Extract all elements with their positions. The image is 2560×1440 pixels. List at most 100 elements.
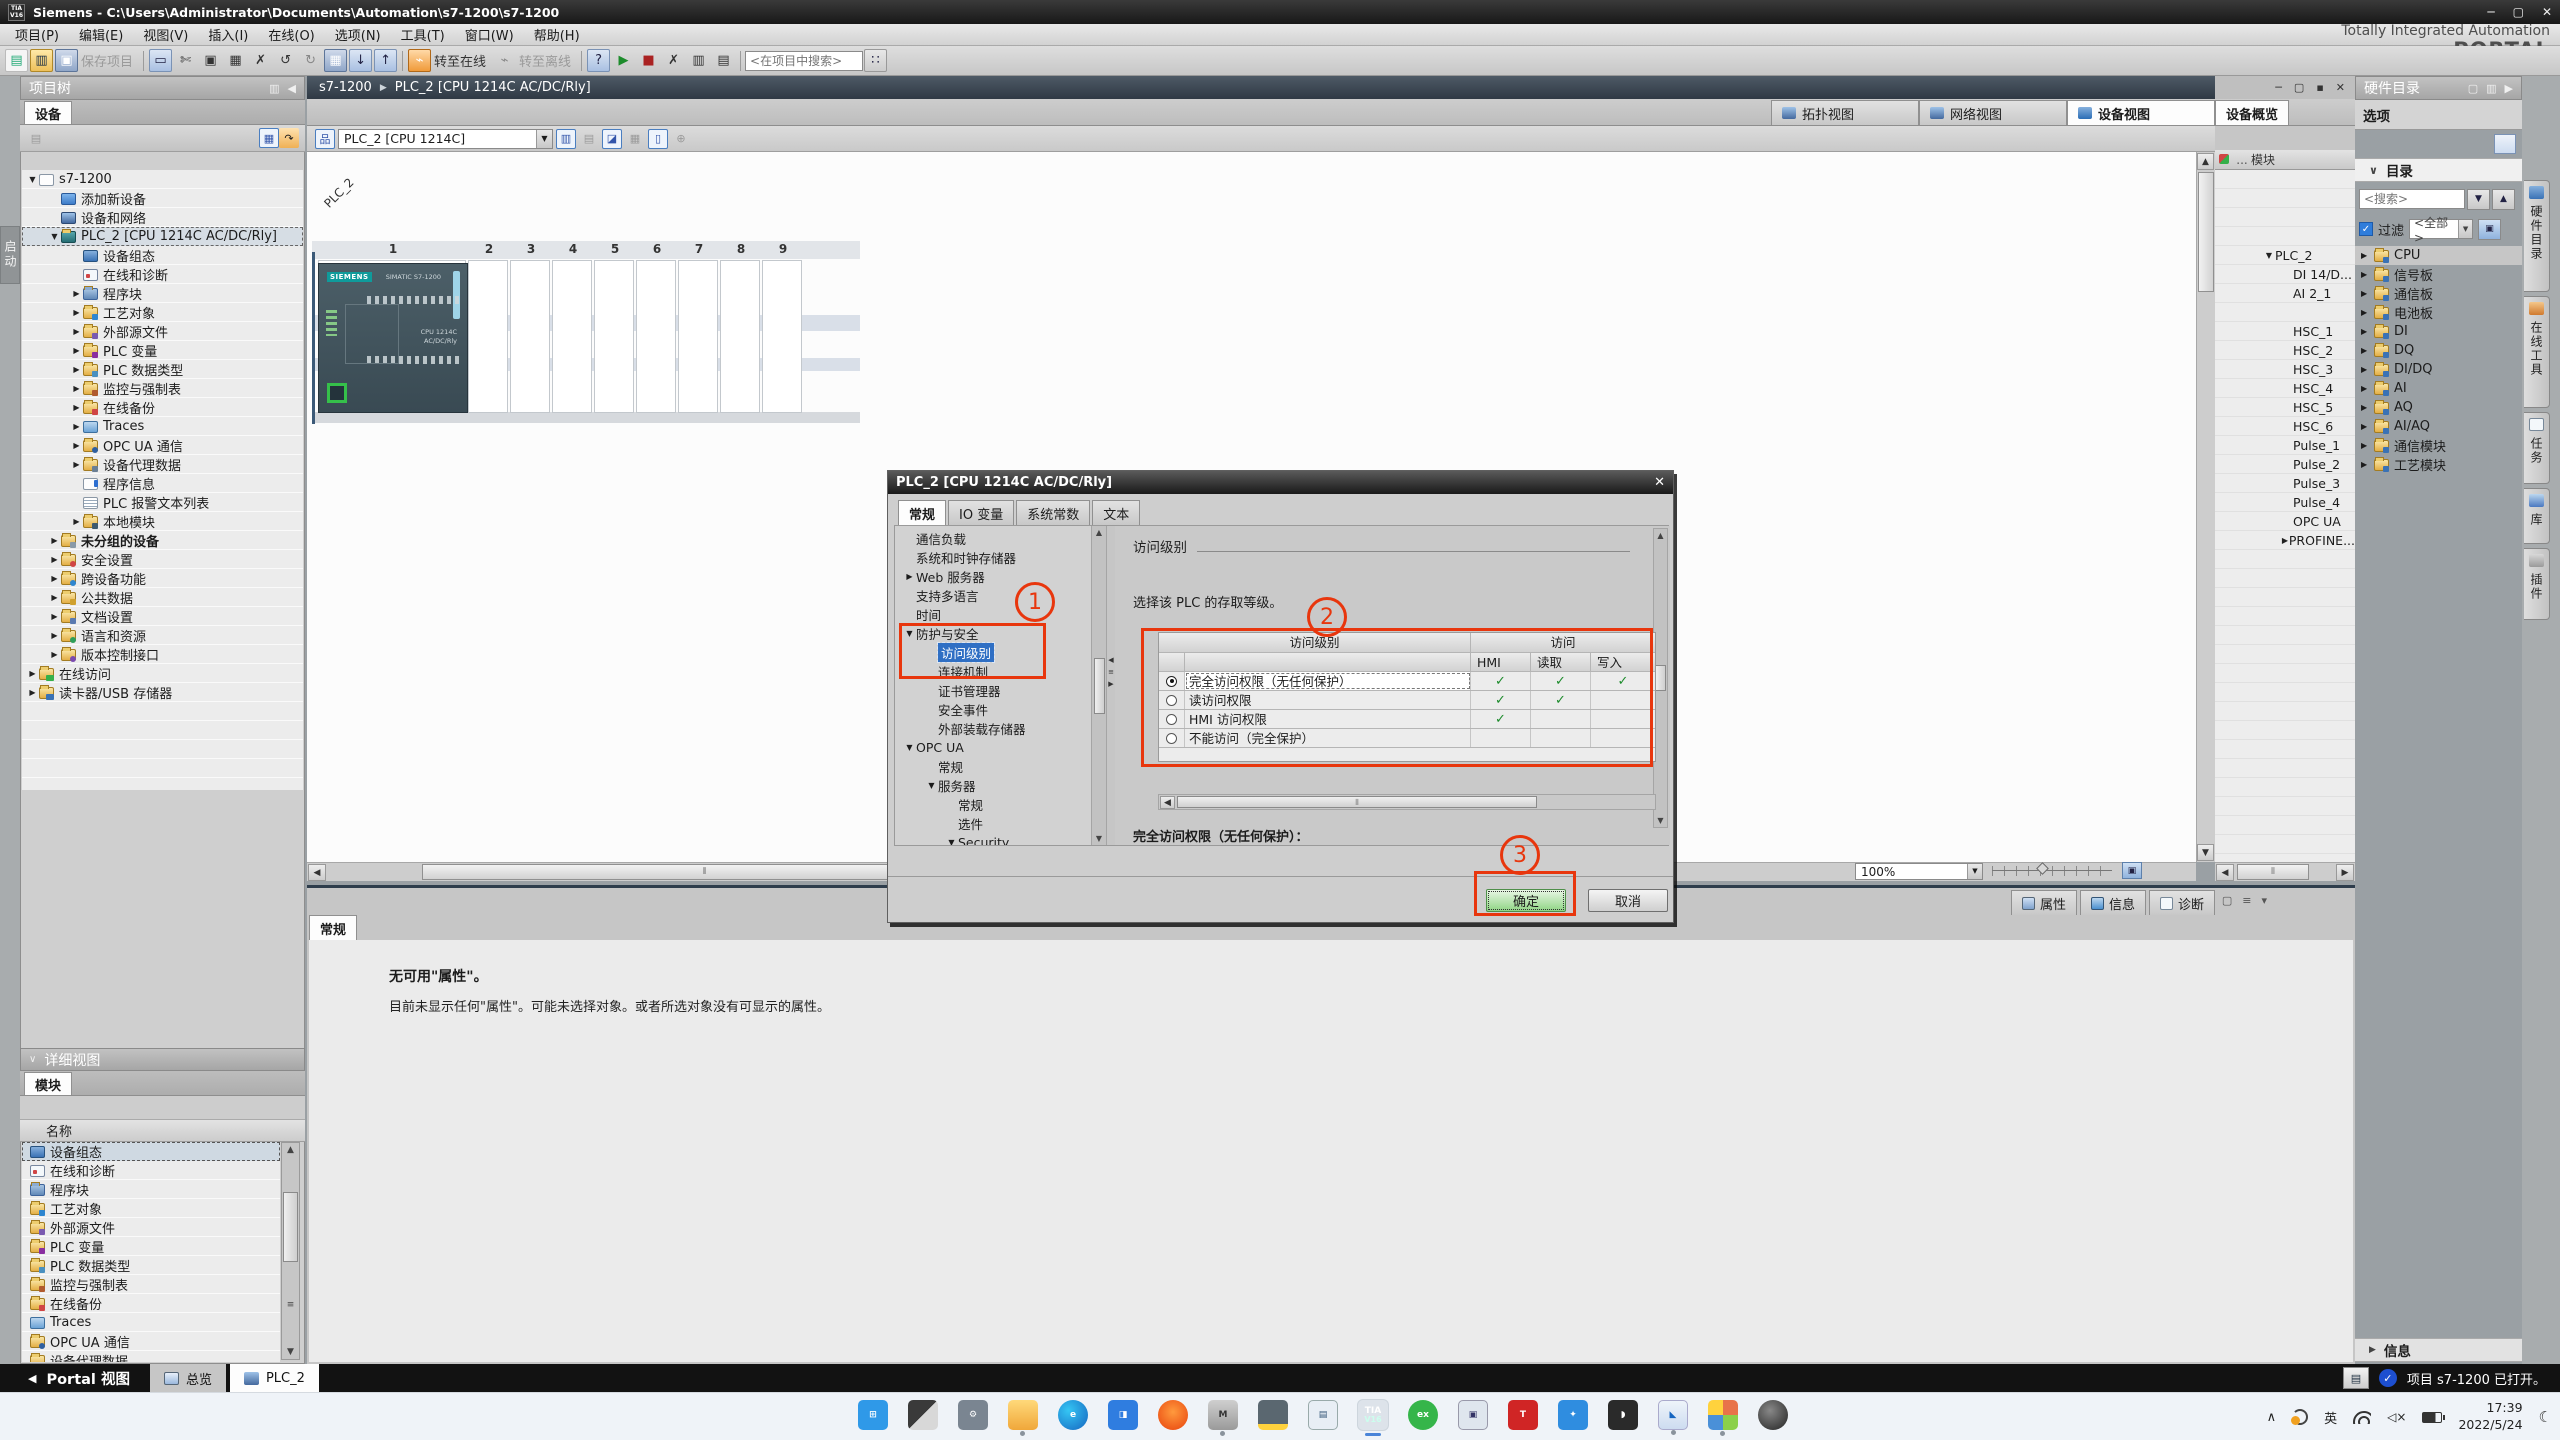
plc-rack-app-icon[interactable] (1258, 1400, 1288, 1430)
dialog-tab[interactable]: 常规 (898, 500, 946, 525)
scroll-left-icon[interactable]: ◀ (1160, 796, 1175, 809)
search-down-icon[interactable]: ▼ (2467, 189, 2490, 210)
details-view-scrollbar[interactable]: ▲≡▼ (281, 1142, 300, 1360)
save-project-label[interactable]: 保存项目 (81, 51, 133, 70)
tree-item[interactable]: ▶ PLC 变量 (22, 341, 303, 360)
device-overview-row[interactable] (2215, 227, 2355, 246)
tree-item[interactable]: ▼ s7-1200 (22, 170, 303, 189)
menu-item[interactable]: 在线(O) (259, 23, 323, 46)
scroll-down-icon[interactable]: ▼ (2197, 844, 2214, 861)
inspector-tab[interactable]: 诊断 (2149, 890, 2215, 915)
close-button[interactable]: ✕ (2542, 5, 2552, 19)
tree-item[interactable]: ▶ 公共数据 (22, 588, 303, 607)
expand-arrow-icon[interactable]: ▶ (2361, 460, 2374, 469)
dialog-tab[interactable]: 系统常数 (1016, 500, 1090, 525)
start-button[interactable]: ⊞ (858, 1400, 888, 1430)
input-language[interactable]: 英 (2324, 1408, 2337, 1427)
blue-app-icon[interactable]: ◨ (1108, 1400, 1138, 1430)
scroll-up-icon[interactable]: ▲ (2197, 153, 2214, 170)
dialog-nav-item[interactable]: 安全事件 (895, 700, 1091, 719)
menu-item[interactable]: 插入(I) (199, 23, 257, 46)
expand-arrow-icon[interactable]: ▶ (26, 688, 39, 697)
t3-app-icon[interactable]: T (1508, 1400, 1538, 1430)
ex-app-icon[interactable]: ex (1408, 1400, 1438, 1430)
device-overview-row[interactable]: HSC_2 (2215, 341, 2355, 360)
device-overview-row[interactable]: HSC_5 (2215, 398, 2355, 417)
expand-arrow-icon[interactable]: ▼ (2263, 251, 2275, 260)
tree-item[interactable]: ▶ OPC UA 通信 (22, 436, 303, 455)
expand-arrow-icon[interactable]: ▶ (48, 593, 61, 602)
redo-icon[interactable]: ↻ (299, 49, 322, 72)
catalog-item[interactable]: ▶ 工艺模块 (2355, 455, 2522, 474)
tree-item[interactable]: 在线和诊断 (22, 265, 303, 284)
split-horizontal-icon[interactable]: ▥ (687, 49, 710, 72)
sync-tray-icon[interactable] (2292, 1409, 2308, 1425)
catalog-section-bar[interactable]: ∨ 目录 (2355, 158, 2522, 182)
dialog-nav-item[interactable]: 外部装载存储器 (895, 719, 1091, 738)
canvas-vertical-scrollbar[interactable]: ▲ ▼ (2196, 152, 2215, 862)
fit-to-view-icon[interactable]: ▣ (2122, 862, 2142, 879)
diagnostics-icon[interactable]: ? (587, 49, 610, 72)
device-overview-row[interactable]: HSC_4 (2215, 379, 2355, 398)
clock[interactable]: 17:39 2022/5/24 (2458, 1400, 2522, 1434)
expand-arrow-icon[interactable]: ▶ (70, 346, 83, 355)
filter-checkbox[interactable]: ✓ (2359, 222, 2373, 236)
catalog-item[interactable]: ▶ DI/DQ (2355, 360, 2522, 379)
device-overview-row[interactable]: ▶ PROFINE... (2215, 531, 2355, 550)
file-explorer-icon[interactable] (1008, 1400, 1038, 1430)
inspector-tab[interactable]: 信息 (2080, 890, 2146, 915)
menu-item[interactable]: 窗口(W) (456, 23, 523, 46)
device-overview-row[interactable]: Pulse_1 (2215, 436, 2355, 455)
right-rail-tab[interactable]: 插件 (2524, 548, 2550, 620)
tree-item[interactable]: ▼ PLC_2 [CPU 1214C AC/DC/Rly] (22, 227, 303, 246)
download-icon[interactable]: ↓ (349, 49, 372, 72)
table-horizontal-scrollbar[interactable]: ◀ ⦀ (1158, 794, 1656, 810)
expand-arrow-icon[interactable]: ▶ (70, 384, 83, 393)
details-item[interactable]: PLC 变量 (22, 1237, 280, 1256)
tree-item[interactable]: PLC 报警文本列表 (22, 493, 303, 512)
expand-arrow-icon[interactable]: ▼ (903, 743, 916, 752)
tree-item[interactable]: ▶ PLC 数据类型 (22, 360, 303, 379)
stop-cpu-icon[interactable]: ■ (637, 49, 660, 72)
wifi-icon[interactable] (2353, 1411, 2371, 1424)
dialog-splitter[interactable]: ◀≡▶ (1107, 656, 1115, 716)
device-overview-row[interactable]: OPC UA (2215, 512, 2355, 531)
tree-details-icon[interactable]: ▦ (259, 128, 279, 148)
expand-arrow-icon[interactable]: ▶ (48, 536, 61, 545)
tree-filter-icon[interactable]: ▤ (26, 128, 46, 148)
catalog-item[interactable]: ▶ 通信板 (2355, 284, 2522, 303)
go-online-label[interactable]: 转至在线 (434, 51, 486, 70)
expand-arrow-icon[interactable]: ▶ (2361, 441, 2374, 450)
overview-task-tab[interactable]: 总览 (150, 1364, 226, 1392)
network-icon[interactable]: 品 (315, 129, 335, 149)
view-tab[interactable]: 拓扑视图 (1771, 100, 1919, 125)
catalog-item[interactable]: ▶ CPU (2355, 246, 2522, 265)
expand-arrow-icon[interactable]: ▶ (70, 289, 83, 298)
tree-refresh-icon[interactable]: ↷ (279, 128, 299, 148)
device-select[interactable]: PLC_2 [CPU 1214C] ▼ (338, 129, 553, 149)
scroll-right-icon[interactable]: ▶ (2336, 864, 2354, 881)
dialog-tab[interactable]: IO 变量 (948, 500, 1014, 525)
dialog-nav-item[interactable]: 时间 (895, 605, 1091, 624)
catalog-item[interactable]: ▶ DI (2355, 322, 2522, 341)
menu-item[interactable]: 选项(N) (326, 23, 390, 46)
tree-item[interactable]: ▶ 外部源文件 (22, 322, 303, 341)
slot-cell[interactable] (594, 260, 634, 413)
cancel-button[interactable]: 取消 (1588, 889, 1668, 912)
device-overview-row[interactable]: HSC_1 (2215, 322, 2355, 341)
dialog-nav-item[interactable]: 常规 (895, 795, 1091, 814)
fin-app-icon[interactable]: ◣ (1658, 1400, 1688, 1430)
status-doc-icon[interactable]: ▤ (2343, 1367, 2369, 1389)
device-overview-row[interactable]: Pulse_4 (2215, 493, 2355, 512)
tab-devices[interactable]: 设备 (24, 101, 72, 124)
theme-switch-app-icon[interactable] (908, 1400, 938, 1430)
page-icon[interactable]: ▯ (648, 129, 668, 149)
tree-item[interactable]: ▶ 安全设置 (22, 550, 303, 569)
edge-browser-icon[interactable]: e (1058, 1400, 1088, 1430)
volume-muted-icon[interactable]: ◁× (2387, 1410, 2406, 1424)
scroll-left-icon[interactable]: ◀ (308, 864, 326, 881)
expand-arrow-icon[interactable]: ▶ (70, 517, 83, 526)
details-item[interactable]: 设备组态 (22, 1142, 280, 1161)
details-item[interactable]: 程序块 (22, 1180, 280, 1199)
expand-arrow-icon[interactable]: ▶ (70, 365, 83, 374)
